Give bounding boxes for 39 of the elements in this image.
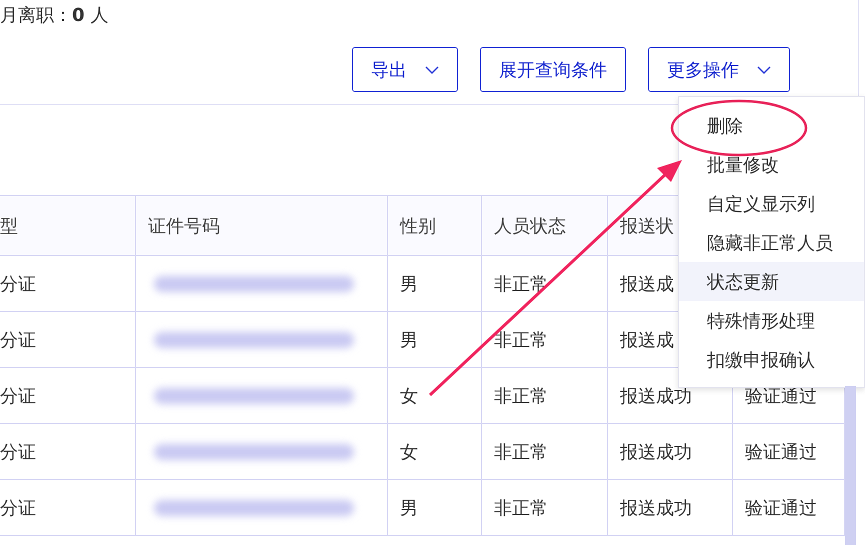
caret-icon <box>425 66 439 74</box>
menu-item[interactable]: 扣缴申报确认 <box>679 340 864 379</box>
column-header: 证件号码 <box>148 214 220 238</box>
dropdown-button[interactable]: 导出 <box>352 47 458 92</box>
menu-item[interactable]: 特殊情形处理 <box>679 301 864 340</box>
table-cell-text: 报送成 <box>620 272 674 296</box>
column-header: 性别 <box>400 214 436 238</box>
table-cell-text: 报送成 <box>620 328 674 352</box>
table-cell-text: 报送成功 <box>620 384 692 408</box>
table-cell-text: 报送成功 <box>620 496 692 520</box>
table-cell-text: 男 <box>400 272 418 296</box>
table-cell-text: 非正常 <box>494 384 548 408</box>
table-cell-text: 非正常 <box>494 496 548 520</box>
column-header: 型 <box>0 214 18 238</box>
column-header: 报送状 <box>620 214 674 238</box>
dropdown-button[interactable]: 更多操作 <box>648 47 790 92</box>
table-cell-text: 分证 <box>0 384 36 408</box>
table-cell-text: 非正常 <box>494 328 548 352</box>
menu-item[interactable]: 隐藏非正常人员 <box>679 223 864 262</box>
table-cell-text: 非正常 <box>494 440 548 464</box>
table-cell-text: 女 <box>400 384 418 408</box>
table-cell-text: 女 <box>400 440 418 464</box>
table-cell-text: 分证 <box>0 496 36 520</box>
menu-item[interactable]: 批量修改 <box>679 145 864 184</box>
menu-item[interactable]: 删除 <box>679 106 864 145</box>
table-cell-text: 男 <box>400 328 418 352</box>
expand-button[interactable]: 展开查询条件 <box>480 47 626 92</box>
table-cell-text: 分证 <box>0 328 36 352</box>
menu-item[interactable]: 自定义显示列 <box>679 184 864 223</box>
menu-item[interactable]: 状态更新 <box>679 262 864 301</box>
table-cell-text: 分证 <box>0 272 36 296</box>
table-cell-text: 男 <box>400 496 418 520</box>
table-cell-text: 分证 <box>0 440 36 464</box>
table-cell-text: 报送成功 <box>620 440 692 464</box>
table-cell-text: 验证通过 <box>745 440 817 464</box>
caret-icon <box>757 66 771 74</box>
resigned-count: 月离职：0 人 <box>0 4 110 28</box>
table-cell-text: 验证通过 <box>745 496 817 520</box>
column-header: 人员状态 <box>494 214 566 238</box>
